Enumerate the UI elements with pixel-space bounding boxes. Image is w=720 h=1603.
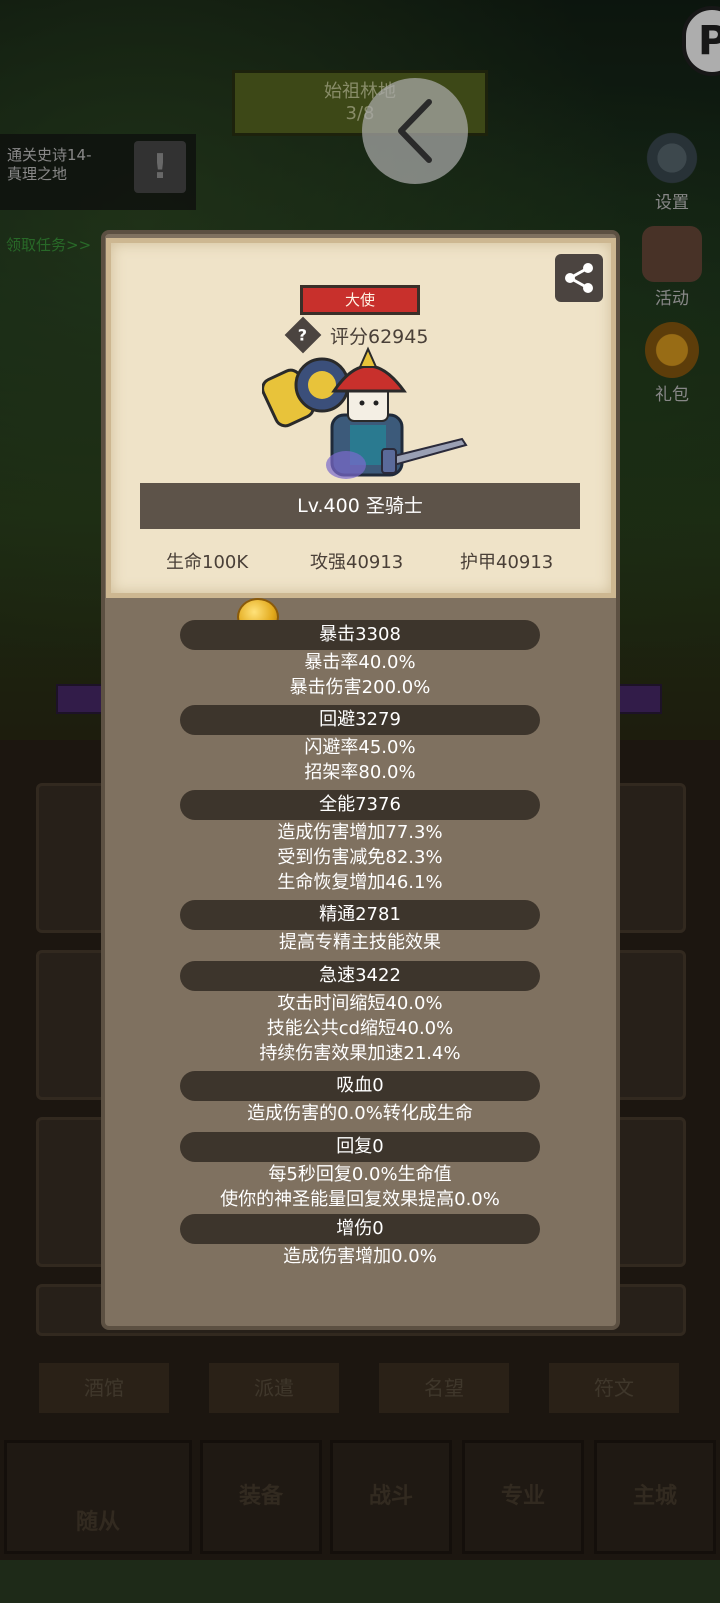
stat-line: 技能公共cd缩短40.0%: [266, 1018, 454, 1039]
base-stat-hp: 生命100K: [166, 552, 249, 573]
stat-line: 生命恢复增加46.1%: [277, 872, 443, 893]
hero-portrait: [262, 346, 468, 479]
stat-header-regen: 回复0: [180, 1132, 540, 1162]
stat-header-damage-bonus: 增伤0: [180, 1214, 540, 1244]
stat-line: 提高专精主技能效果: [279, 932, 441, 953]
base-stat-attack: 攻强40913: [310, 552, 404, 573]
stat-header-evasion: 回避3279: [180, 705, 540, 735]
stat-line: 造成伤害的0.0%转化成生命: [247, 1103, 473, 1124]
stat-header-crit: 暴击3308: [180, 620, 540, 650]
stat-header-lifesteal: 吸血0: [180, 1071, 540, 1101]
stat-line: 造成伤害增加77.3%: [277, 822, 443, 843]
stat-line: 闪避率45.0%: [304, 737, 416, 758]
stat-line: 持续伤害效果加速21.4%: [259, 1043, 461, 1064]
stat-line: 每5秒回复0.0%生命值: [268, 1164, 452, 1185]
stat-line: 暴击率40.0%: [304, 652, 416, 673]
stat-line: 使你的神圣能量回复效果提高0.0%: [220, 1189, 500, 1210]
stat-line: 招架率80.0%: [304, 762, 416, 783]
share-button[interactable]: [555, 254, 603, 302]
stat-line: 攻击时间缩短40.0%: [277, 993, 443, 1014]
base-stat-armor: 护甲40913: [460, 552, 554, 573]
stat-line: 造成伤害增加0.0%: [283, 1246, 437, 1267]
chevron-left-icon: [398, 99, 432, 163]
stat-line: 受到伤害减免82.3%: [277, 847, 443, 868]
stat-header-mastery: 精通2781: [180, 900, 540, 930]
hero-level-class: Lv.400 圣骑士: [140, 483, 580, 529]
stat-header-versatility: 全能7376: [180, 790, 540, 820]
hero-title-badge: 大使: [300, 285, 420, 315]
back-button[interactable]: [362, 78, 468, 184]
stat-header-haste: 急速3422: [180, 961, 540, 991]
share-icon: [565, 263, 593, 293]
stat-line: 暴击伤害200.0%: [289, 677, 431, 698]
